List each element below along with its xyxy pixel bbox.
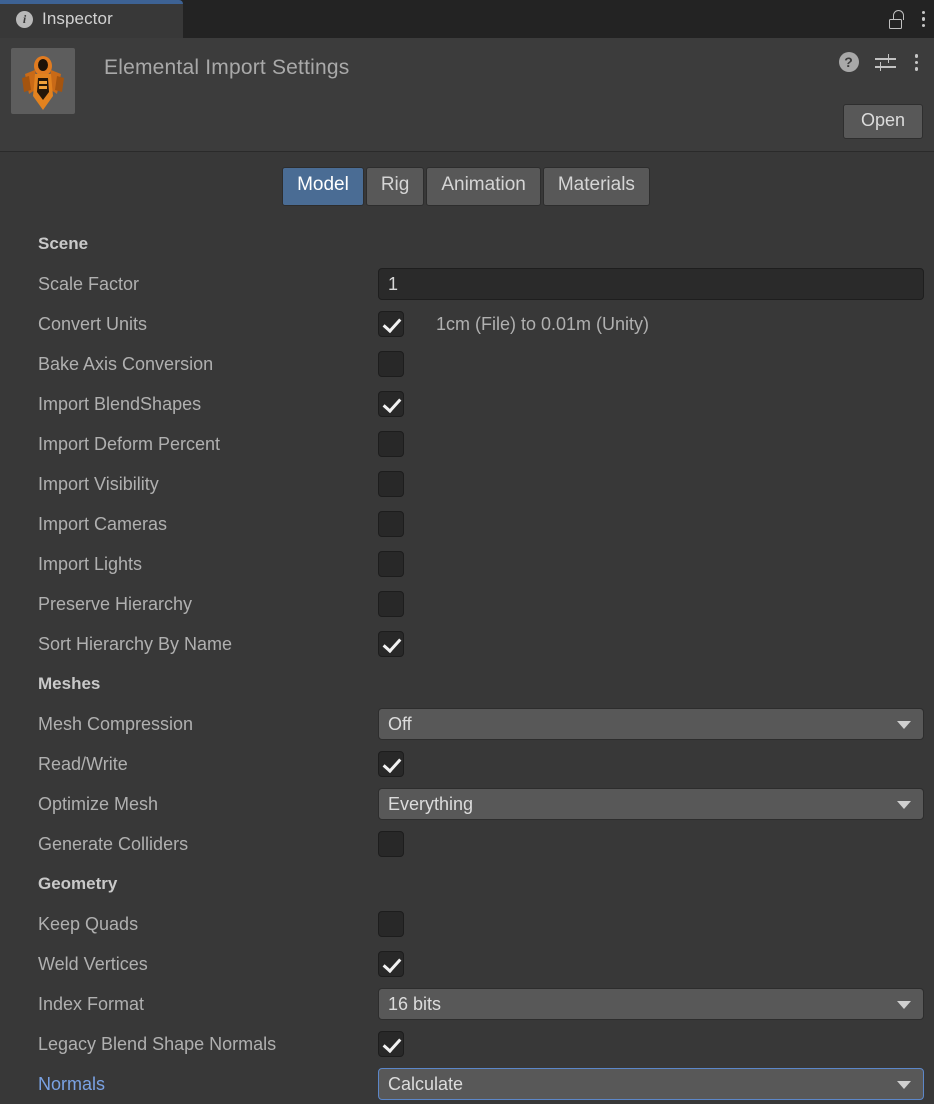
checkbox-generate-colliders[interactable] (378, 831, 404, 857)
property-label-keep-quads: Keep Quads (38, 914, 378, 935)
section-header-meshes: Meshes (0, 664, 934, 704)
property-row-scale-factor: Scale Factor1 (0, 264, 934, 304)
property-label-import-cameras: Import Cameras (38, 514, 378, 535)
property-label-preserve-hierarchy: Preserve Hierarchy (38, 594, 378, 615)
property-row-import-deform-percent: Import Deform Percent (0, 424, 934, 464)
tab-inspector[interactable]: i Inspector (0, 0, 183, 38)
property-row-preserve-hierarchy: Preserve Hierarchy (0, 584, 934, 624)
property-row-optimize-mesh: Optimize Mesh Everything (0, 784, 934, 824)
property-label-normals: Normals (38, 1074, 378, 1095)
window-kebab-menu-icon[interactable] (919, 9, 929, 30)
tab-inspector-label: Inspector (42, 9, 113, 29)
property-row-keep-quads: Keep Quads (0, 904, 934, 944)
info-icon: i (16, 11, 33, 28)
checkbox-keep-quads[interactable] (378, 911, 404, 937)
window-tab-strip-actions (888, 0, 934, 38)
checkbox-import-visibility[interactable] (378, 471, 404, 497)
property-row-normals: Normals Calculate (0, 1064, 934, 1104)
property-label-convert-units: Convert Units (38, 314, 378, 335)
dropdown-value-mesh-compression: Off (388, 714, 412, 735)
chevron-down-icon (897, 1081, 911, 1089)
property-row-index-format: Index Format 16 bits (0, 984, 934, 1024)
dropdown-optimize-mesh[interactable]: Everything (378, 788, 924, 820)
property-label-optimize-mesh: Optimize Mesh (38, 794, 378, 815)
checkbox-import-deform-percent[interactable] (378, 431, 404, 457)
property-row-read-write: Read/Write (0, 744, 934, 784)
property-label-index-format: Index Format (38, 994, 378, 1015)
property-row-import-visibility: Import Visibility (0, 464, 934, 504)
settings-sections: SceneScale Factor1Convert Units1cm (File… (0, 224, 934, 1104)
inspector-body: ModelRigAnimationMaterials SceneScale Fa… (0, 152, 934, 1093)
property-label-import-blendshapes: Import BlendShapes (38, 394, 378, 415)
import-settings-tabs: ModelRigAnimationMaterials (0, 167, 934, 206)
checkbox-note-convert-units: 1cm (File) to 0.01m (Unity) (436, 314, 649, 335)
open-button[interactable]: Open (843, 104, 923, 139)
checkbox-bake-axis-conversion[interactable] (378, 351, 404, 377)
property-label-read-write: Read/Write (38, 754, 378, 775)
checkbox-legacy-blend-shape-normals[interactable] (378, 1031, 404, 1057)
property-row-import-lights: Import Lights (0, 544, 934, 584)
tab-rig[interactable]: Rig (366, 167, 425, 206)
section-header-geometry: Geometry (0, 864, 934, 904)
asset-header-actions: ? (839, 52, 922, 73)
tab-animation[interactable]: Animation (426, 167, 541, 206)
dropdown-value-normals: Calculate (388, 1074, 463, 1095)
checkbox-weld-vertices[interactable] (378, 951, 404, 977)
lock-open-icon[interactable] (888, 10, 905, 29)
tab-model[interactable]: Model (282, 167, 364, 206)
property-row-bake-axis-conversion: Bake Axis Conversion (0, 344, 934, 384)
chevron-down-icon (897, 801, 911, 809)
property-label-legacy-blend-shape-normals: Legacy Blend Shape Normals (38, 1034, 378, 1055)
property-label-import-lights: Import Lights (38, 554, 378, 575)
checkbox-sort-hierarchy-by-name[interactable] (378, 631, 404, 657)
property-row-legacy-blend-shape-normals: Legacy Blend Shape Normals (0, 1024, 934, 1064)
property-row-generate-colliders: Generate Colliders (0, 824, 934, 864)
checkbox-import-lights[interactable] (378, 551, 404, 577)
section-header-scene: Scene (0, 224, 934, 264)
property-row-mesh-compression: Mesh Compression Off (0, 704, 934, 744)
property-row-import-cameras: Import Cameras (0, 504, 934, 544)
property-label-import-deform-percent: Import Deform Percent (38, 434, 378, 455)
checkbox-read-write[interactable] (378, 751, 404, 777)
property-row-convert-units: Convert Units 1cm (File) to 0.01m (Unity) (0, 304, 934, 344)
elemental-model-thumbnail (11, 48, 75, 114)
property-label-weld-vertices: Weld Vertices (38, 954, 378, 975)
page-title: Elemental Import Settings (104, 56, 349, 151)
dropdown-index-format[interactable]: 16 bits (378, 988, 924, 1020)
dropdown-value-optimize-mesh: Everything (388, 794, 473, 815)
property-label-sort-hierarchy-by-name: Sort Hierarchy By Name (38, 634, 378, 655)
property-label-generate-colliders: Generate Colliders (38, 834, 378, 855)
property-label-bake-axis-conversion: Bake Axis Conversion (38, 354, 378, 375)
checkbox-import-blendshapes[interactable] (378, 391, 404, 417)
checkbox-convert-units[interactable] (378, 311, 404, 337)
dropdown-normals[interactable]: Calculate (378, 1068, 924, 1100)
window-tab-strip: i Inspector (0, 0, 934, 38)
asset-header: Elemental Import Settings ? Open (0, 38, 934, 152)
help-icon[interactable]: ? (839, 52, 859, 72)
chevron-down-icon (897, 1001, 911, 1009)
property-row-weld-vertices: Weld Vertices (0, 944, 934, 984)
dropdown-mesh-compression[interactable]: Off (378, 708, 924, 740)
property-label-import-visibility: Import Visibility (38, 474, 378, 495)
chevron-down-icon (897, 721, 911, 729)
tab-materials[interactable]: Materials (543, 167, 650, 206)
property-label-mesh-compression: Mesh Compression (38, 714, 378, 735)
property-row-import-blendshapes: Import BlendShapes (0, 384, 934, 424)
preset-settings-icon[interactable] (875, 53, 896, 72)
property-label-scale-factor: Scale Factor (38, 274, 378, 295)
input-scale-factor[interactable]: 1 (378, 268, 924, 300)
asset-kebab-menu-icon[interactable] (912, 52, 922, 73)
checkbox-import-cameras[interactable] (378, 511, 404, 537)
checkbox-preserve-hierarchy[interactable] (378, 591, 404, 617)
dropdown-value-index-format: 16 bits (388, 994, 441, 1015)
property-row-sort-hierarchy-by-name: Sort Hierarchy By Name (0, 624, 934, 664)
